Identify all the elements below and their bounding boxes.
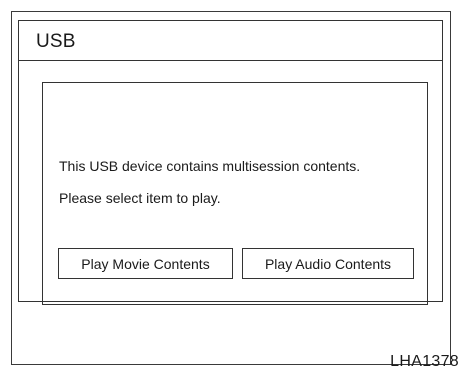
multisession-dialog: This USB device contains multisession co… — [42, 82, 428, 305]
play-audio-contents-button[interactable]: Play Audio Contents — [242, 248, 414, 279]
play-movie-contents-button[interactable]: Play Movie Contents — [58, 248, 233, 279]
screen-title: USB — [36, 31, 76, 52]
dialog-message: This USB device contains multisession co… — [59, 158, 361, 174]
dialog-instruction: Please select item to play. — [59, 190, 221, 206]
figure-code: LHA1378 — [390, 353, 459, 370]
figure: USB This USB device contains multisessio… — [0, 0, 465, 383]
usb-screen: USB This USB device contains multisessio… — [18, 20, 443, 305]
title-bar: USB — [19, 21, 442, 61]
